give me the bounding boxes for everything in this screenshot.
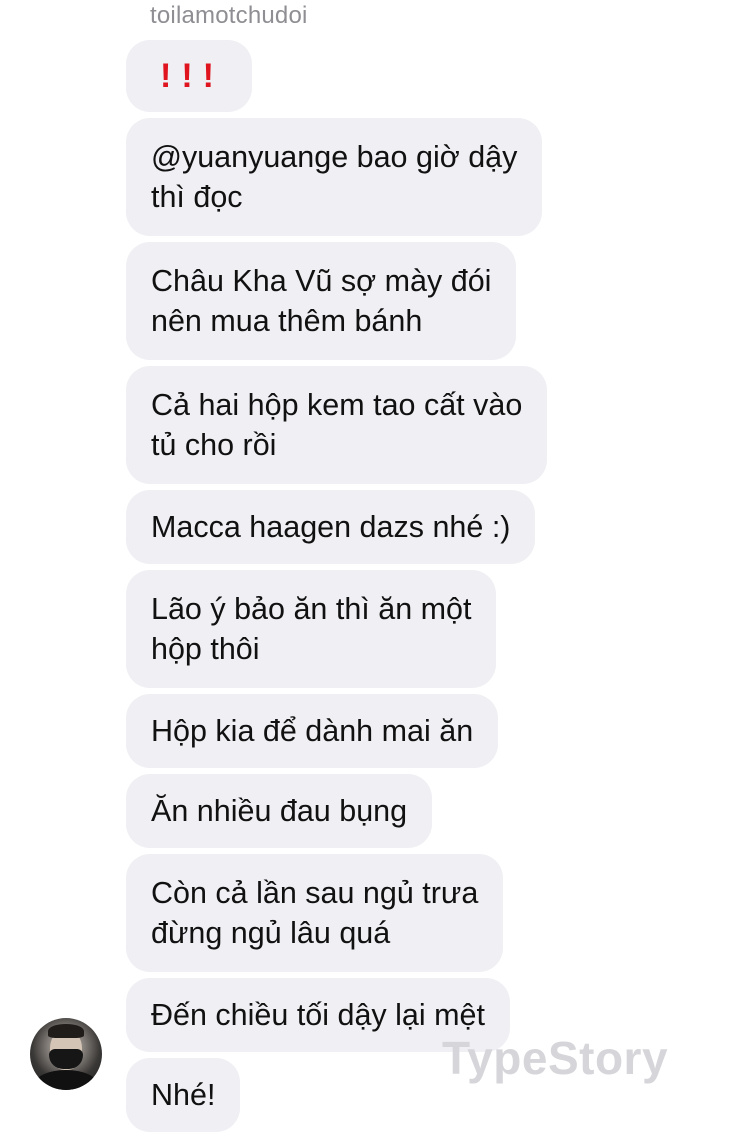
message-bubble[interactable]: Cả hai hộp kem tao cất vào tủ cho rồi bbox=[126, 366, 548, 484]
message-bubble[interactable]: @yuanyuange bao giờ dậy thì đọc bbox=[126, 118, 543, 236]
message-bubble[interactable]: Châu Kha Vũ sợ mày đói nên mua thêm bánh bbox=[126, 242, 517, 360]
message-thread: !!! @yuanyuange bao giờ dậy thì đọc Châu… bbox=[126, 40, 686, 1138]
face-mask-icon bbox=[49, 1049, 83, 1069]
message-bubble[interactable]: Lão ý bảo ăn thì ăn một hộp thôi bbox=[126, 570, 497, 688]
sender-avatar[interactable] bbox=[30, 1018, 102, 1090]
message-bubble-alert[interactable]: !!! bbox=[126, 40, 252, 112]
watermark-logo: TypeStory bbox=[442, 1032, 669, 1084]
message-bubble[interactable]: Hộp kia để dành mai ăn bbox=[126, 694, 499, 768]
message-bubble[interactable]: Còn cả lần sau ngủ trưa đừng ngủ lâu quá bbox=[126, 854, 504, 972]
avatar-hair bbox=[48, 1024, 84, 1038]
avatar-shoulders bbox=[34, 1070, 98, 1090]
message-bubble[interactable]: Ăn nhiều đau bụng bbox=[126, 774, 433, 848]
message-bubble[interactable]: Macca haagen dazs nhé :) bbox=[126, 490, 536, 564]
sender-username: toilamotchudoi bbox=[150, 2, 308, 29]
message-bubble-last[interactable]: Nhé! bbox=[126, 1058, 241, 1132]
